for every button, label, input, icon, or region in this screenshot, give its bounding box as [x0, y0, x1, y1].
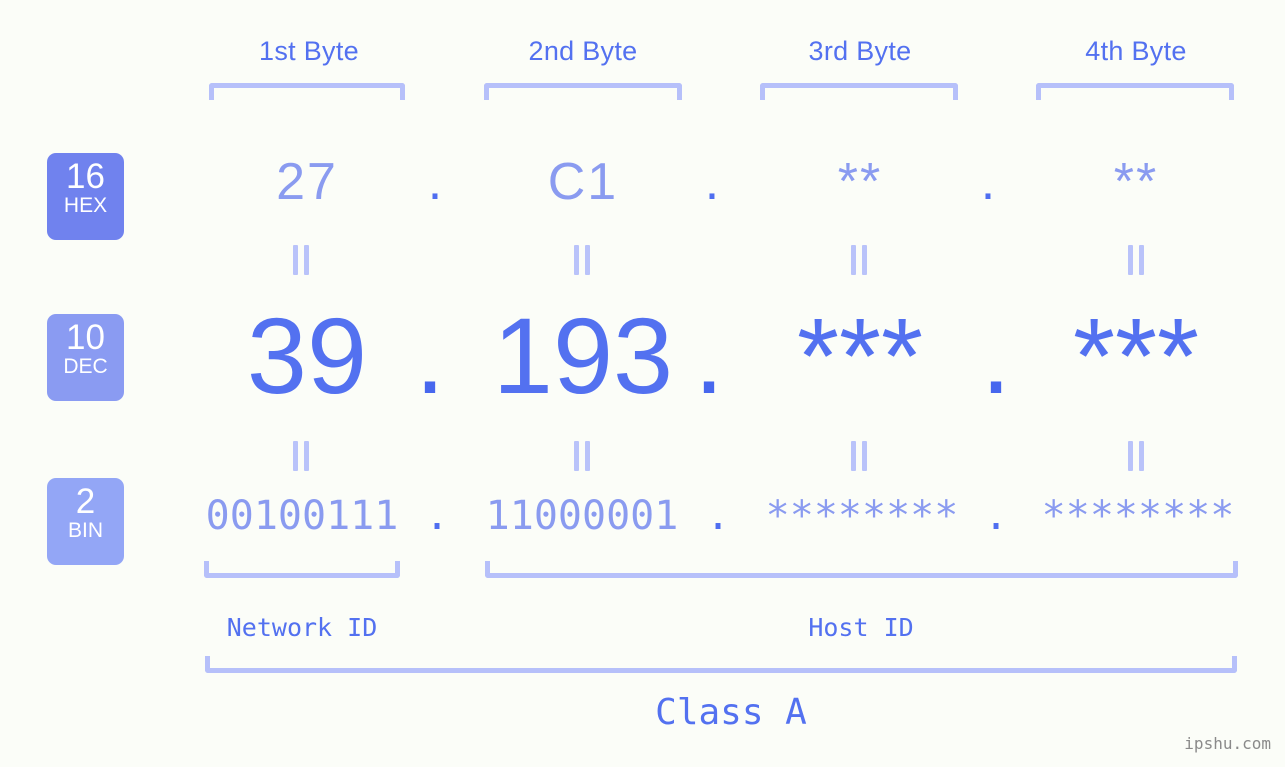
byte-bracket-top-2 [484, 83, 682, 100]
byte-bracket-top-4 [1036, 83, 1234, 100]
byte-header-4: 4th Byte [1085, 36, 1187, 66]
dec-byte-3: *** [796, 295, 924, 416]
byte-header-2: 2nd Byte [528, 36, 638, 66]
notation-badge-hex-number: 16 [66, 157, 105, 196]
dec-byte-2: 193 [492, 295, 674, 416]
notation-badge-bin-system: BIN [67, 519, 103, 542]
equals-marker-dec-bin-4 [1124, 441, 1148, 471]
equals-marker-dec-bin-2 [570, 441, 594, 471]
network-id-label: Network ID [226, 613, 378, 642]
notation-badge-hex-system: HEX [63, 194, 108, 217]
dec-byte-4: *** [1072, 295, 1200, 416]
notation-badge-bin-number: 2 [75, 482, 96, 521]
ip-address-breakdown-diagram: 1st Byte 2nd Byte 3rd Byte 4th Byte 16 H… [0, 0, 1285, 767]
class-bracket [205, 656, 1237, 673]
equals-marker-hex-dec-2 [570, 245, 594, 275]
bin-byte-3: ******** [765, 493, 959, 539]
bin-byte-4: ******** [1041, 493, 1235, 539]
hex-byte-3: ** [837, 153, 883, 211]
byte-header-3: 3rd Byte [808, 36, 912, 66]
byte-bracket-top-3 [760, 83, 958, 100]
equals-marker-hex-dec-3 [847, 245, 871, 275]
notation-badge-hex: 16 HEX [47, 153, 124, 240]
notation-badge-dec-number: 10 [66, 318, 105, 357]
network-id-bracket [204, 561, 400, 578]
host-id-label: Host ID [808, 613, 914, 642]
site-watermark: ipshu.com [1184, 734, 1271, 753]
hex-byte-2: C1 [547, 153, 619, 211]
hex-byte-4: ** [1113, 153, 1159, 211]
byte-header-1: 1st Byte [259, 36, 359, 66]
class-label: Class A [655, 692, 807, 733]
byte-bracket-top-1 [209, 83, 405, 100]
bin-byte-2: 11000001 [485, 493, 679, 539]
notation-badge-bin: 2 BIN [47, 478, 124, 565]
notation-badge-dec: 10 DEC [47, 314, 124, 401]
dec-byte-1: 39 [246, 295, 368, 416]
equals-marker-hex-dec-1 [289, 245, 313, 275]
equals-marker-hex-dec-4 [1124, 245, 1148, 275]
notation-badge-dec-system: DEC [63, 355, 108, 378]
bin-byte-1: 00100111 [205, 493, 399, 539]
host-id-bracket [485, 561, 1238, 578]
hex-byte-1: 27 [276, 153, 338, 211]
equals-marker-dec-bin-3 [847, 441, 871, 471]
dec-separator-1: . [414, 295, 445, 416]
equals-marker-dec-bin-1 [289, 441, 313, 471]
